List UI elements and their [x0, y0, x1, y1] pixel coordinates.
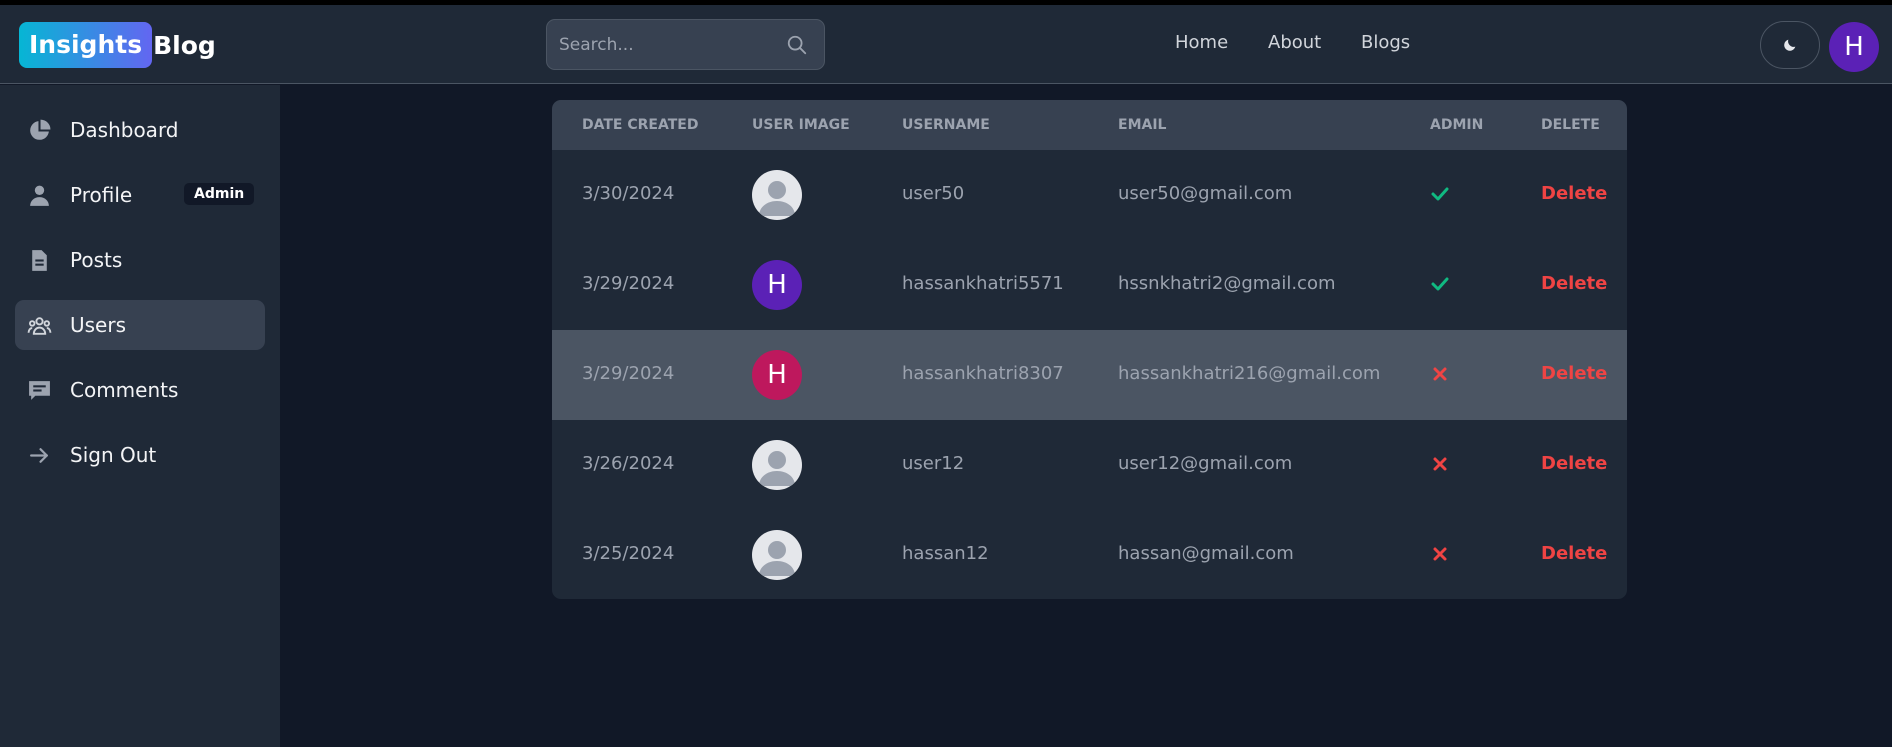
nav-about[interactable]: About: [1268, 32, 1321, 53]
cross-icon: [1433, 457, 1447, 471]
column-header: EMAIL: [1118, 117, 1167, 133]
column-header: USERNAME: [902, 117, 990, 133]
username-cell: hassankhatri5571: [902, 273, 1064, 294]
date-created-cell: 3/29/2024: [582, 363, 675, 384]
comment-icon: [29, 381, 50, 400]
date-created-cell: 3/29/2024: [582, 273, 675, 294]
sidebar-item-profile[interactable]: Profile Admin: [15, 170, 265, 220]
cross-icon: [1433, 547, 1447, 561]
username-cell: user50: [902, 183, 965, 204]
sidebar-item-sign-out[interactable]: Sign Out: [15, 430, 265, 480]
table-row: 3/30/2024 user50 user50@gmail.com Delete: [552, 150, 1627, 240]
date-created-cell: 3/30/2024: [582, 183, 675, 204]
moon-icon: [1784, 39, 1796, 51]
column-header: ADMIN: [1430, 117, 1484, 133]
arrow-right-icon: [30, 448, 48, 463]
person-placeholder-icon: [759, 451, 795, 486]
sidebar-item-posts[interactable]: Posts: [15, 235, 265, 285]
table-row: 3/26/2024 user12 user12@gmail.com Delete: [552, 420, 1627, 510]
theme-toggle-button[interactable]: [1760, 21, 1820, 69]
default-avatar: [752, 440, 802, 490]
table-row: 3/29/2024 H hassankhatri8307 hassankhatr…: [552, 330, 1627, 420]
sidebar: Dashboard Profile Admin Posts Users Comm…: [0, 85, 280, 747]
email-cell: hassankhatri216@gmail.com: [1118, 363, 1381, 384]
delete-button[interactable]: Delete: [1541, 273, 1607, 294]
delete-button[interactable]: Delete: [1541, 363, 1607, 384]
person-placeholder-icon: [759, 541, 795, 576]
column-header: USER IMAGE: [752, 117, 850, 133]
sidebar-item-dashboard[interactable]: Dashboard: [15, 105, 265, 155]
email-cell: user50@gmail.com: [1118, 183, 1293, 204]
top-navbar: Insights Blog Home About Blogs H: [0, 5, 1892, 84]
sidebar-item-users[interactable]: Users: [15, 300, 265, 350]
user-avatar[interactable]: H: [1829, 22, 1879, 72]
sidebar-item-label: Posts: [70, 248, 123, 272]
delete-button[interactable]: Delete: [1541, 183, 1607, 204]
logo-highlight: Insights: [19, 22, 153, 68]
date-created-cell: 3/25/2024: [582, 543, 675, 564]
sidebar-item-label: Profile: [70, 183, 133, 207]
username-cell: user12: [902, 453, 965, 474]
table-header: DATE CREATED USER IMAGE USERNAME EMAIL A…: [552, 100, 1627, 150]
sidebar-item-label: Users: [70, 313, 127, 337]
column-header: DATE CREATED: [582, 117, 699, 133]
search-box: [546, 19, 825, 70]
nav-blogs[interactable]: Blogs: [1361, 32, 1410, 53]
sidebar-item-label: Dashboard: [70, 118, 179, 142]
username-cell: hassankhatri8307: [902, 363, 1064, 384]
table-row: 3/25/2024 hassan12 hassan@gmail.com Dele…: [552, 510, 1627, 599]
check-icon: [1431, 277, 1449, 291]
email-cell: hassan@gmail.com: [1118, 543, 1294, 564]
email-cell: user12@gmail.com: [1118, 453, 1293, 474]
sidebar-item-label: Sign Out: [70, 443, 157, 467]
sidebar-item-comments[interactable]: Comments: [15, 365, 265, 415]
nav-home[interactable]: Home: [1175, 32, 1228, 53]
users-table: DATE CREATED USER IMAGE USERNAME EMAIL A…: [552, 100, 1627, 599]
search-input[interactable]: [559, 20, 779, 69]
default-avatar: [752, 170, 802, 220]
person-placeholder-icon: [759, 181, 795, 216]
check-icon: [1431, 187, 1449, 201]
search-icon[interactable]: [786, 34, 808, 56]
pie-chart-icon: [30, 119, 51, 140]
username-cell: hassan12: [902, 543, 989, 564]
user-avatar: H: [752, 350, 802, 400]
table-row: 3/29/2024 H hassankhatri5571 hssnkhatri2…: [552, 240, 1627, 330]
delete-button[interactable]: Delete: [1541, 453, 1607, 474]
date-created-cell: 3/26/2024: [582, 453, 675, 474]
users-icon: [27, 317, 52, 335]
default-avatar: [752, 530, 802, 580]
cross-icon: [1433, 367, 1447, 381]
admin-badge: Admin: [184, 183, 255, 205]
logo-text: Blog: [153, 30, 216, 60]
column-header: DELETE: [1541, 117, 1600, 133]
document-icon: [32, 250, 47, 271]
user-icon: [30, 185, 49, 206]
delete-button[interactable]: Delete: [1541, 543, 1607, 564]
sidebar-item-label: Comments: [70, 378, 179, 402]
user-avatar: H: [752, 260, 802, 310]
email-cell: hssnkhatri2@gmail.com: [1118, 273, 1336, 294]
site-logo[interactable]: Insights Blog: [19, 22, 216, 68]
